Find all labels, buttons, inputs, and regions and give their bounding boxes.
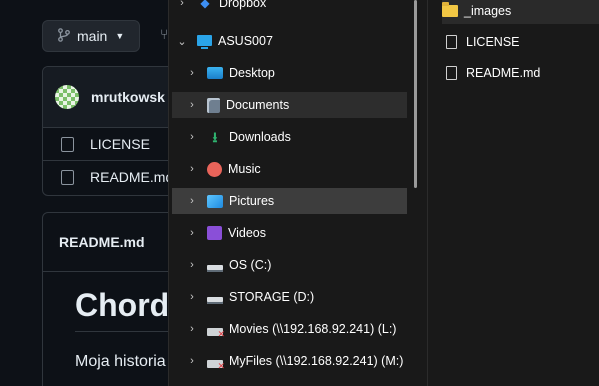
chevron-right-icon[interactable]: › [185, 98, 199, 112]
nav-item-storage-drive[interactable]: › STORAGE (D:) [185, 284, 314, 310]
nav-item-label: Documents [226, 98, 290, 112]
branch-selector-button[interactable]: main ▼ [42, 20, 140, 52]
chevron-right-icon[interactable]: › [185, 130, 199, 144]
nav-item-label: Desktop [229, 66, 275, 80]
file-icon [446, 35, 457, 49]
commit-author[interactable]: mrutkowsk [91, 89, 165, 105]
readme-heading: Chord [75, 287, 170, 323]
github-repo-page: main ▼ ⑂ mrutkowsk LICENSE README.md REA… [0, 0, 170, 386]
nav-item-downloads[interactable]: › ⭳ Downloads [185, 124, 291, 150]
nav-item-desktop[interactable]: › Desktop [185, 60, 275, 86]
branch-name: main [77, 28, 108, 44]
nav-item-label: STORAGE (D:) [229, 290, 315, 304]
file-icon [446, 66, 457, 80]
nav-item-label: Downloads [229, 130, 291, 144]
network-drive-disconnected-icon [207, 359, 225, 372]
nav-item-videos[interactable]: › Videos [185, 220, 266, 246]
nav-item-music[interactable]: › Music [185, 156, 261, 182]
readme-box: README.md Chord Moja historia [42, 212, 170, 386]
nav-item-this-pc[interactable]: ⌄ ASUS007 [175, 28, 273, 54]
chevron-down-icon[interactable]: ⌄ [175, 34, 189, 48]
desktop-folder-icon [207, 67, 223, 79]
file-row[interactable]: LICENSE [43, 128, 170, 161]
dropbox-icon: ◆ [200, 0, 210, 10]
pictures-folder-icon [207, 194, 223, 208]
nav-item-dropbox[interactable]: › ◆ Dropbox [175, 0, 266, 16]
branch-icon [57, 27, 71, 45]
chevron-right-icon[interactable]: › [185, 322, 199, 336]
divider [75, 331, 170, 332]
chevron-right-icon[interactable]: › [185, 258, 199, 272]
chevron-right-icon[interactable]: › [185, 194, 199, 208]
nav-item-label: Videos [228, 226, 266, 240]
videos-folder-icon [207, 226, 222, 240]
nav-item-label: ASUS007 [218, 34, 273, 48]
file-list-item-file[interactable]: LICENSE [442, 29, 520, 55]
documents-folder-icon [207, 97, 220, 113]
file-list-item-name: _images [464, 4, 512, 18]
chevron-right-icon[interactable]: › [175, 0, 189, 10]
folder-icon [442, 2, 458, 17]
readme-paragraph: Moja historia [75, 353, 166, 370]
file-row[interactable]: README.md [43, 161, 170, 193]
file-name[interactable]: README.md [90, 169, 170, 185]
this-pc-icon [197, 34, 212, 49]
nav-scrollbar-thumb[interactable] [414, 0, 417, 188]
file-icon [61, 169, 74, 185]
navigation-pane[interactable]: › ◆ Dropbox ⌄ ASUS007 › Desktop › Docume… [168, 0, 428, 386]
avatar[interactable] [55, 85, 79, 109]
nav-item-label: Music [228, 162, 261, 176]
chevron-right-icon[interactable]: › [185, 354, 199, 368]
nav-item-label: Pictures [229, 194, 275, 208]
system-drive-icon [207, 264, 223, 272]
music-folder-icon [207, 161, 222, 177]
readme-header[interactable]: README.md [43, 213, 170, 272]
nav-item-label: MyFiles (\\192.168.92.241) (M:) [229, 354, 404, 368]
chevron-right-icon[interactable]: › [185, 66, 199, 80]
nav-item-myfiles-network-drive[interactable]: › MyFiles (\\192.168.92.241) (M:) [185, 348, 403, 374]
caret-down-icon: ▼ [115, 31, 125, 41]
chevron-right-icon[interactable]: › [185, 162, 199, 176]
nav-item-documents[interactable]: › Documents [172, 92, 407, 118]
file-list-pane[interactable]: _images LICENSE README.md [427, 0, 599, 386]
chevron-right-icon[interactable]: › [185, 290, 199, 304]
network-drive-disconnected-icon [207, 327, 225, 340]
file-list-item-name: README.md [466, 66, 541, 80]
file-list-item-folder[interactable]: _images [442, 0, 599, 24]
file-list-box: mrutkowsk LICENSE README.md [42, 66, 170, 196]
latest-commit-header: mrutkowsk [43, 67, 170, 128]
file-name[interactable]: LICENSE [90, 136, 150, 152]
nav-item-pictures[interactable]: › Pictures [172, 188, 407, 214]
nav-item-movies-network-drive[interactable]: › Movies (\\192.168.92.241) (L:) [185, 316, 396, 342]
drive-icon [207, 296, 223, 304]
nav-item-label: Movies (\\192.168.92.241) (L:) [229, 322, 397, 336]
file-icon [61, 136, 74, 152]
downloads-folder-icon: ⭳ [212, 129, 218, 145]
file-list-item-file[interactable]: README.md [442, 60, 540, 86]
nav-item-label: OS (C:) [229, 258, 272, 272]
nav-item-os-drive[interactable]: › OS (C:) [185, 252, 271, 278]
nav-item-label: Dropbox [219, 0, 267, 10]
file-list-item-name: LICENSE [466, 35, 520, 49]
chevron-right-icon[interactable]: › [185, 226, 199, 240]
